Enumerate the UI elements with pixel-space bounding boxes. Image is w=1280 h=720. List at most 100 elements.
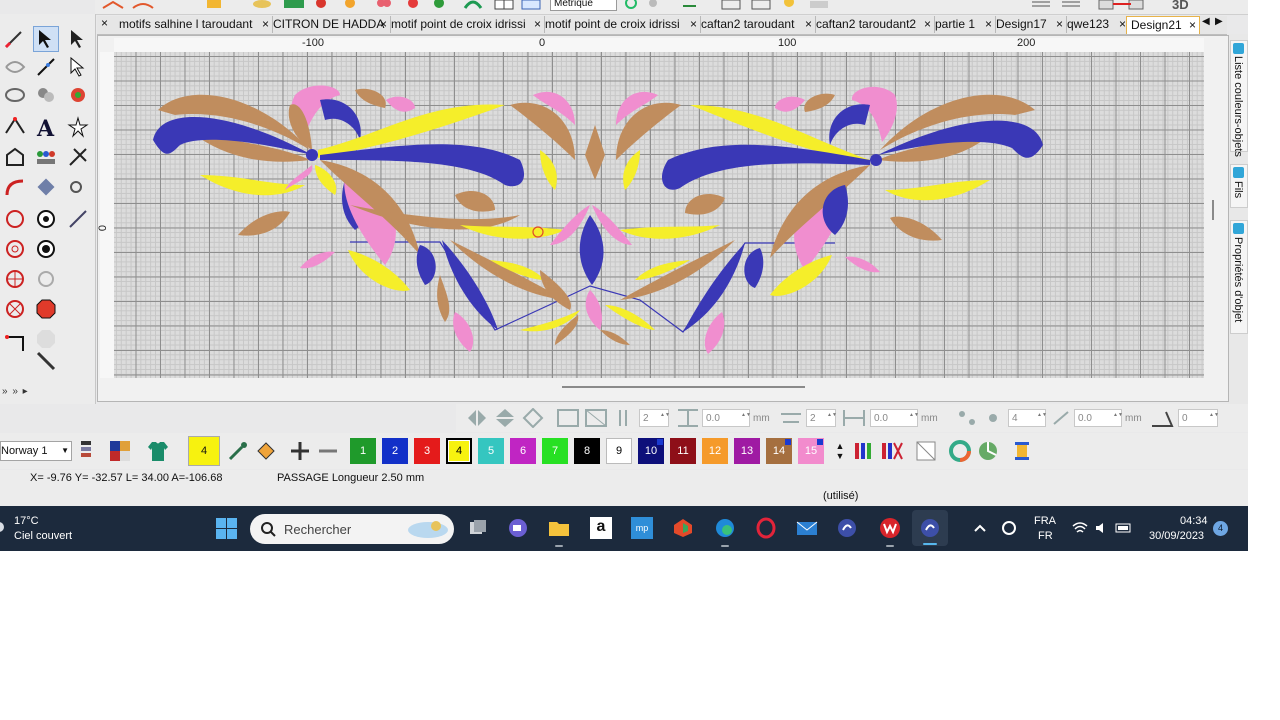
tab-close-icon[interactable]: × (985, 16, 992, 33)
taskbar-search[interactable]: Rechercher (250, 514, 454, 544)
wps-office-button[interactable] (876, 514, 904, 547)
color-palette-button[interactable] (108, 439, 132, 463)
embroidery-app-active-button[interactable] (912, 510, 948, 546)
angle-button[interactable] (1150, 408, 1174, 428)
width-icon-button[interactable] (842, 408, 866, 428)
tree-icon[interactable] (428, 0, 450, 10)
stitch-tool-icon[interactable] (101, 0, 125, 10)
spin-field-7[interactable]: 0 (1178, 409, 1218, 427)
ruler-icon[interactable] (808, 0, 830, 10)
ribbon-tool[interactable] (2, 54, 28, 80)
tab-citron-de-hadda[interactable]: CITRON DE HADDA × (269, 16, 391, 33)
sync-button[interactable] (995, 514, 1023, 542)
thread-swatch-6[interactable]: 6 (510, 438, 536, 464)
keyboard-layout[interactable]: FR (1038, 530, 1053, 542)
tab-close-icon[interactable]: × (1056, 16, 1063, 33)
size-button[interactable] (556, 408, 580, 428)
tab-partie-1[interactable]: partie 1 × (931, 16, 996, 33)
transform-icon-2[interactable] (643, 0, 663, 10)
task-view-button[interactable] (464, 514, 492, 542)
team-name-tool[interactable] (33, 144, 59, 170)
stitch-tool-icon-2[interactable] (131, 0, 155, 10)
tab-close-icon[interactable]: × (690, 16, 697, 33)
thread-tool[interactable] (65, 174, 91, 200)
octagon-tool[interactable] (33, 296, 59, 322)
tab-close-icon[interactable]: × (262, 16, 269, 33)
input-language[interactable]: FRA (1034, 515, 1056, 527)
tab-close-icon[interactable]: × (1119, 16, 1126, 33)
3d-view-label[interactable]: 3D (1172, 0, 1189, 12)
battery-button[interactable] (1110, 514, 1138, 542)
show-hidden-icons[interactable] (966, 514, 994, 542)
amazon-button[interactable]: a (587, 514, 615, 542)
tab-caftan2-taroudant2[interactable]: caftan2 taroudant2 × (812, 16, 935, 33)
tab-design17[interactable]: Design17 × (992, 16, 1067, 33)
file-explorer-button[interactable] (545, 514, 573, 547)
spin-field-2[interactable]: 0.0 (702, 409, 750, 427)
chart-icon[interactable] (720, 0, 742, 10)
table-icon[interactable] (520, 0, 542, 10)
spin-field-5[interactable]: 4 (1008, 409, 1046, 427)
panel-scroll-arrows[interactable]: » » ▸ (2, 386, 29, 397)
mirror-both-button[interactable] (522, 408, 544, 428)
pen-tool[interactable] (2, 26, 28, 52)
tab-qwe123[interactable]: qwe123 × (1063, 16, 1130, 33)
color-sequence-button[interactable] (853, 439, 877, 463)
add-color-button[interactable] (288, 439, 312, 463)
reshape-tool[interactable] (33, 54, 59, 80)
clock-date[interactable]: 30/09/2023 (1149, 530, 1204, 542)
machine-profile-select[interactable]: Norway 1 ▼ (0, 441, 72, 461)
thread-swatch-11[interactable]: 11 (670, 438, 696, 464)
fit-button[interactable] (584, 408, 608, 428)
line-tool[interactable] (2, 330, 28, 356)
thread-swatch-14[interactable]: 14 (766, 438, 792, 464)
spacing-button[interactable] (616, 408, 632, 428)
fish-icon[interactable] (250, 0, 274, 10)
red-line-icon[interactable] (1111, 0, 1133, 10)
tab-design21[interactable]: Design21 × (1126, 16, 1200, 34)
star-tool[interactable] (65, 114, 91, 140)
tab-close-icon[interactable]: × (805, 16, 812, 33)
thread-swatch-5[interactable]: 5 (478, 438, 504, 464)
hook-tool[interactable] (33, 266, 59, 292)
3d-color-button[interactable] (976, 439, 1000, 463)
image-icon[interactable] (283, 0, 305, 10)
distribute-button-2[interactable] (982, 408, 1004, 428)
thread-swatch-7[interactable]: 7 (542, 438, 568, 464)
power-automate-button[interactable]: mp (628, 514, 656, 542)
mirror-vertical-button[interactable] (494, 408, 516, 428)
spin-field-6[interactable]: 0.0 (1074, 409, 1122, 427)
bird-icon[interactable] (339, 0, 361, 10)
mirror-horizontal-button[interactable] (466, 408, 488, 428)
text-tool[interactable]: A (33, 114, 59, 140)
tab-motif-point-croix-1[interactable]: motif point de croix idrissi × (387, 16, 545, 33)
thread-swatch-9[interactable]: 9 (606, 438, 632, 464)
design-canvas[interactable] (114, 52, 1204, 378)
cross-tool[interactable] (65, 144, 91, 170)
weather-icon[interactable] (0, 522, 4, 532)
node-tool[interactable] (65, 54, 91, 80)
notification-badge[interactable]: 4 (1213, 521, 1228, 536)
thread-swatch-4[interactable]: 4 (446, 438, 472, 464)
embroidery-app-button[interactable] (833, 514, 861, 542)
edge-button[interactable] (711, 514, 739, 547)
remove-color-button[interactable] (316, 439, 340, 463)
select-tool[interactable] (33, 26, 59, 52)
tab-close-icon[interactable]: × (380, 16, 387, 33)
pointer-tool-icon[interactable] (205, 0, 225, 10)
arrow-icon[interactable] (680, 0, 700, 10)
current-color-swatch[interactable]: 4 (188, 436, 220, 466)
height-icon-button[interactable] (676, 408, 700, 428)
compass-tool[interactable] (2, 296, 28, 322)
thread-swatch-1[interactable]: 1 (350, 438, 376, 464)
embroidery-design[interactable] (114, 52, 1204, 378)
tab-close-icon[interactable]: × (924, 16, 931, 33)
flower-tool[interactable] (2, 266, 28, 292)
thread-swatch-10[interactable]: 10 (638, 438, 664, 464)
vertical-scrollbar[interactable] (1212, 200, 1214, 220)
tab-close-icon[interactable]: × (534, 16, 541, 33)
polygon-tool[interactable] (2, 144, 28, 170)
thread-swatch-3[interactable]: 3 (414, 438, 440, 464)
spin-field-3[interactable]: 2 (806, 409, 836, 427)
horizontal-scrollbar[interactable] (562, 386, 805, 388)
